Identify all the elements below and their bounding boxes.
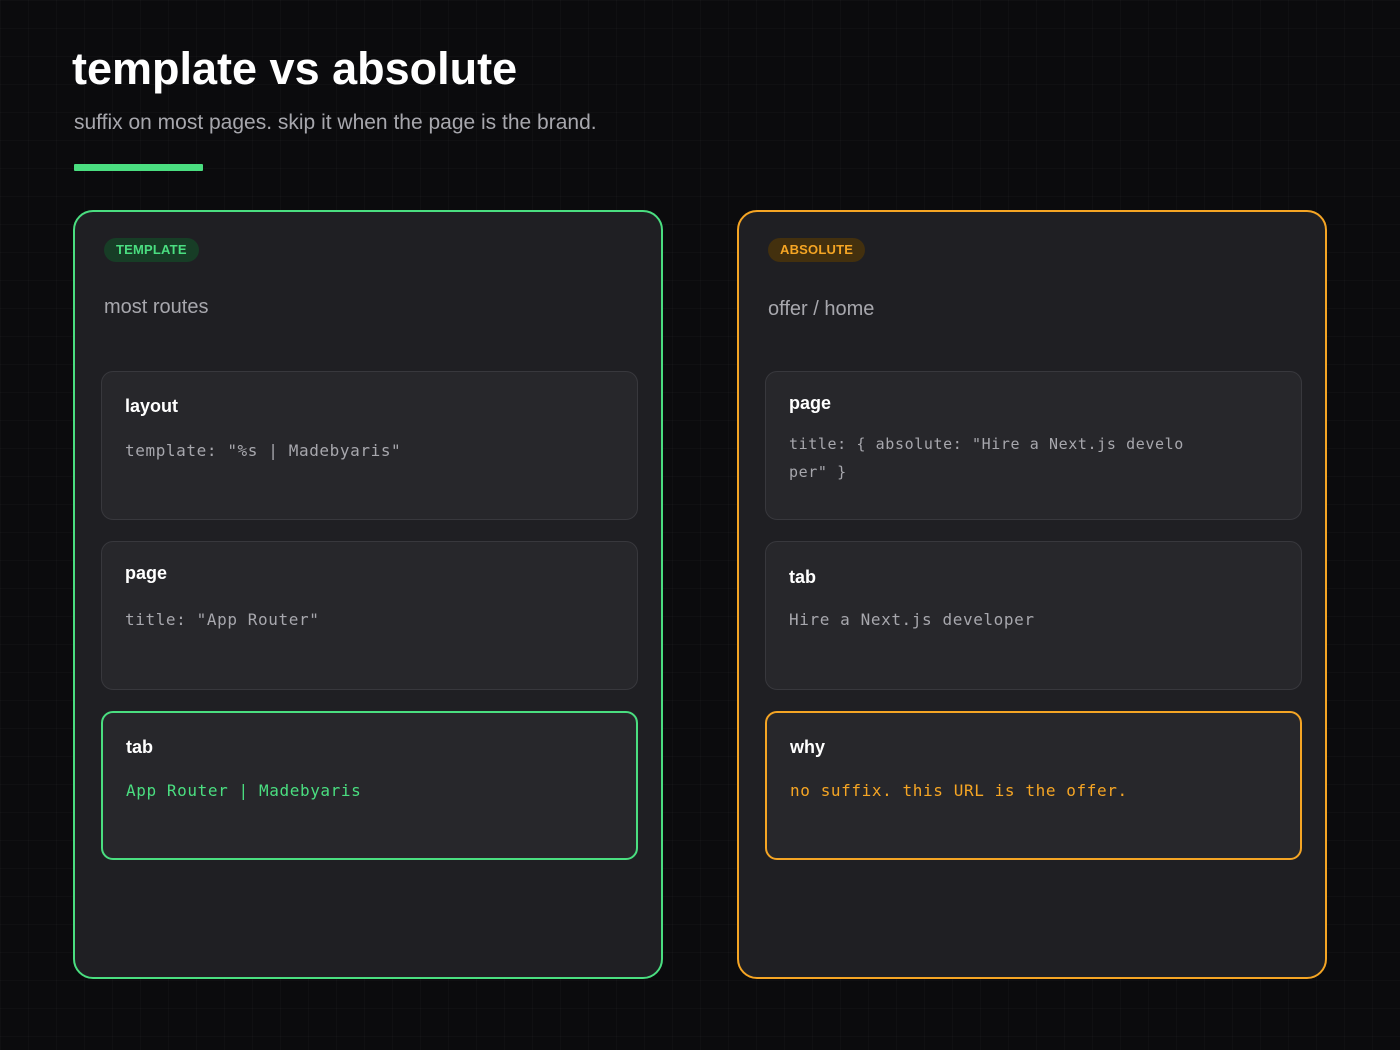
card-title: page <box>125 563 168 583</box>
template-tab-card: tab App Router | Madebyaris <box>101 711 638 860</box>
absolute-tab-card: tab Hire a Next.js developer <box>765 541 1302 690</box>
absolute-why-card: why no suffix. this URL is the offer. <box>765 711 1302 860</box>
template-panel: TEMPLATE most routes layout template: "%… <box>73 210 663 979</box>
card-title: layout <box>125 396 179 416</box>
page-subtitle: suffix on most pages. skip it when the p… <box>74 111 597 134</box>
card-code: template: "%s | Madebyaris" <box>125 441 402 460</box>
card-title: page <box>789 393 832 413</box>
page-title: template vs absolute <box>72 43 518 94</box>
card-code: App Router | Madebyaris <box>126 781 362 800</box>
absolute-badge: ABSOLUTE <box>768 238 866 262</box>
card-code: Hire a Next.js developer <box>789 610 1035 629</box>
template-badge: TEMPLATE <box>104 238 199 262</box>
template-panel-caption: most routes <box>104 296 209 318</box>
card-title: tab <box>126 737 153 757</box>
template-page-card: page title: "App Router" <box>101 541 638 690</box>
absolute-panel: ABSOLUTE offer / home page title: { abso… <box>737 210 1327 979</box>
template-layout-card: layout template: "%s | Madebyaris" <box>101 371 638 520</box>
absolute-page-card: page title: { absolute: "Hire a Next.js … <box>765 371 1302 520</box>
absolute-panel-caption: offer / home <box>768 298 875 320</box>
card-code: title: "App Router" <box>125 610 320 629</box>
card-title: why <box>790 737 826 757</box>
card-title: tab <box>789 567 816 587</box>
title-accent-bar <box>74 164 203 171</box>
card-code: title: { absolute: "Hire a Next.js devel… <box>789 435 1184 481</box>
card-code: no suffix. this URL is the offer. <box>790 781 1128 800</box>
